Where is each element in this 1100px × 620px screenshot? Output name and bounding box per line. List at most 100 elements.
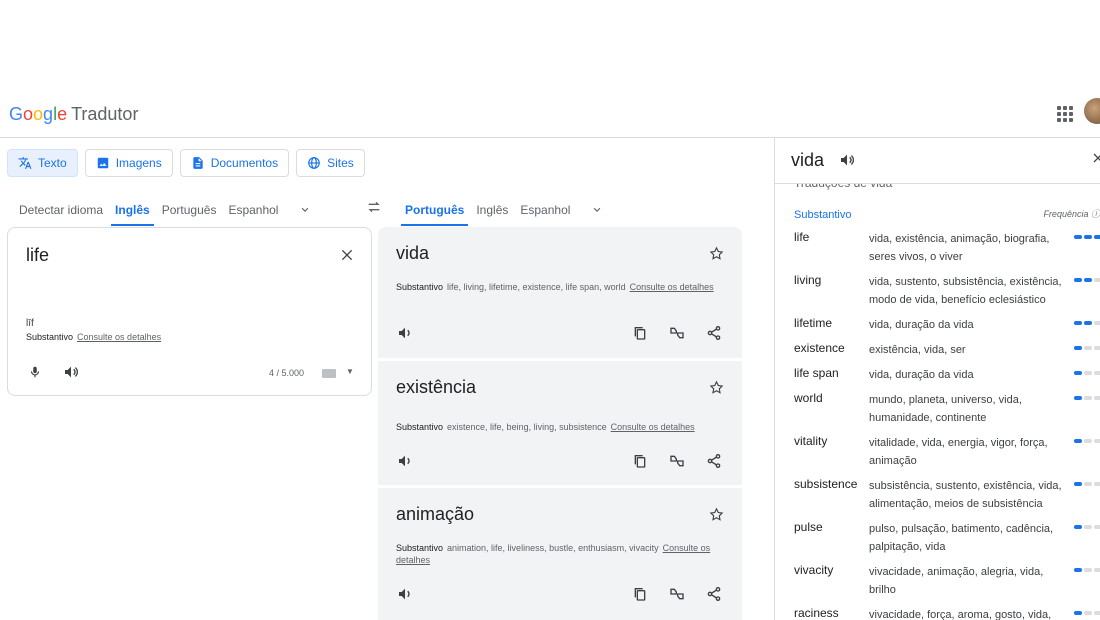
source-text-area[interactable]: life līf Substantivo Consulte os detalhes… bbox=[7, 227, 372, 396]
result-back-translations: Substantivo animation, life, liveliness, … bbox=[396, 542, 722, 566]
target-translations: vivacidade, força, aroma, gosto, vida, bbox=[869, 609, 1052, 620]
target-translations: existência, vida, ser bbox=[869, 344, 966, 356]
speaker-icon[interactable] bbox=[397, 586, 413, 602]
back-translations: animation, life, liveliness, bustle, ent… bbox=[447, 543, 659, 553]
back-translations: existence, life, being, living, subsiste… bbox=[447, 422, 607, 432]
speaker-icon[interactable] bbox=[397, 325, 413, 341]
copy-icon[interactable] bbox=[632, 325, 648, 341]
target-translations: vitalidade, vida, energia, vigor, força,… bbox=[869, 437, 1048, 467]
product-name: Tradutor bbox=[71, 104, 139, 124]
mode-label: Imagens bbox=[115, 156, 162, 170]
copy-icon[interactable] bbox=[632, 453, 648, 469]
mode-label: Sites bbox=[327, 156, 354, 170]
star-icon[interactable] bbox=[709, 507, 724, 522]
help-icon[interactable]: ⓘ bbox=[1091, 209, 1100, 219]
logo-letter: o bbox=[33, 104, 44, 124]
source-word[interactable]: vivacity bbox=[794, 563, 833, 577]
mode-documents-button[interactable]: Documentos bbox=[179, 149, 290, 177]
source-word[interactable]: life bbox=[794, 230, 809, 244]
source-lang-portuguese[interactable]: Português bbox=[162, 193, 217, 226]
target-translations: vivacidade, animação, alegria, vida, bri… bbox=[869, 566, 1044, 596]
details-link[interactable]: Consulte os detalhes bbox=[77, 332, 161, 342]
chevron-down-icon[interactable] bbox=[298, 203, 312, 217]
logo-letter: g bbox=[43, 104, 54, 124]
frequency-bars bbox=[1074, 396, 1100, 400]
microphone-icon[interactable] bbox=[28, 364, 42, 380]
target-lang-portuguese[interactable]: Português bbox=[400, 193, 469, 226]
result-card: vida Substantivo life, living, lifetime, … bbox=[378, 227, 742, 358]
target-translations: subsistência, sustento, existência, vida… bbox=[869, 480, 1062, 510]
details-link[interactable]: Consulte os detalhes bbox=[611, 422, 695, 432]
feedback-icon[interactable] bbox=[669, 325, 685, 341]
logo-letter: G bbox=[9, 104, 24, 124]
swap-languages-icon[interactable] bbox=[366, 199, 382, 215]
source-text[interactable]: life bbox=[26, 245, 49, 266]
source-word[interactable]: lifetime bbox=[794, 316, 832, 330]
share-icon[interactable] bbox=[706, 325, 722, 341]
panel-word: vida bbox=[791, 150, 825, 170]
speaker-icon[interactable] bbox=[397, 453, 413, 469]
google-apps-icon[interactable] bbox=[1057, 106, 1073, 122]
source-word[interactable]: living bbox=[794, 273, 821, 287]
document-icon bbox=[193, 157, 203, 169]
frequency-bars bbox=[1074, 439, 1100, 443]
target-lang-english[interactable]: Inglês bbox=[476, 193, 508, 226]
details-link[interactable]: Consulte os detalhes bbox=[630, 282, 714, 292]
chevron-down-icon[interactable]: ▼ bbox=[346, 367, 354, 376]
source-word[interactable]: raciness bbox=[794, 606, 839, 620]
source-word[interactable]: subsistence bbox=[794, 477, 857, 491]
mode-images-button[interactable]: Imagens bbox=[84, 149, 173, 177]
feedback-icon[interactable] bbox=[669, 586, 685, 602]
logo-letter: o bbox=[23, 104, 34, 124]
globe-icon bbox=[308, 157, 320, 169]
panel-pos-heading: Substantivo bbox=[794, 209, 852, 221]
feedback-icon[interactable] bbox=[669, 453, 685, 469]
source-language-bar: Detectar idioma Inglês Português Espanho… bbox=[19, 193, 312, 226]
google-tradutor-logo[interactable]: Google Tradutor bbox=[9, 104, 138, 125]
source-lang-detect[interactable]: Detectar idioma bbox=[19, 193, 103, 226]
frequency-bars bbox=[1074, 278, 1100, 282]
logo-letter: e bbox=[57, 104, 68, 124]
mode-text-button[interactable]: Texto bbox=[7, 149, 78, 177]
frequency-label: Frequência ⓘ bbox=[1043, 207, 1100, 220]
keyboard-icon[interactable] bbox=[322, 369, 336, 378]
frequency-bars bbox=[1074, 611, 1100, 615]
pos-label: Substantivo bbox=[26, 332, 74, 342]
source-lang-english[interactable]: Inglês bbox=[111, 193, 154, 226]
source-word[interactable]: life span bbox=[794, 366, 839, 380]
dictionary-panel[interactable]: vida Traduções de vida Substantivo Frequ… bbox=[774, 138, 1100, 620]
source-word[interactable]: vitality bbox=[794, 434, 827, 448]
share-icon[interactable] bbox=[706, 586, 722, 602]
mode-sites-button[interactable]: Sites bbox=[296, 149, 365, 177]
source-pos-line: Substantivo Consulte os detalhes bbox=[26, 332, 161, 342]
target-lang-spanish[interactable]: Espanhol bbox=[520, 193, 570, 226]
pos-label: Substantivo bbox=[396, 422, 444, 432]
image-icon bbox=[97, 157, 108, 169]
share-icon[interactable] bbox=[706, 453, 722, 469]
app-header: Google Tradutor bbox=[0, 94, 1100, 138]
pos-label: Substantivo bbox=[396, 543, 444, 553]
frequency-bars bbox=[1074, 346, 1100, 350]
result-card: animação Substantivo animation, life, liv… bbox=[378, 488, 742, 620]
close-icon[interactable] bbox=[1092, 152, 1100, 164]
frequency-bars bbox=[1074, 568, 1100, 572]
target-translations: mundo, planeta, universo, vida, humanida… bbox=[869, 394, 1022, 424]
source-word[interactable]: pulse bbox=[794, 520, 823, 534]
source-word[interactable]: existence bbox=[794, 341, 845, 355]
mode-label: Documentos bbox=[210, 156, 279, 170]
back-translations: life, living, lifetime, existence, life … bbox=[447, 282, 626, 292]
source-word[interactable]: world bbox=[794, 391, 823, 405]
star-icon[interactable] bbox=[709, 380, 724, 395]
chevron-down-icon[interactable] bbox=[590, 203, 604, 217]
star-icon[interactable] bbox=[709, 246, 724, 261]
target-language-bar: Português Inglês Espanhol bbox=[400, 193, 604, 226]
speaker-icon[interactable] bbox=[839, 152, 855, 168]
close-icon[interactable] bbox=[340, 248, 354, 262]
frequency-text: Frequência bbox=[1043, 209, 1089, 219]
source-lang-spanish[interactable]: Espanhol bbox=[228, 193, 278, 226]
panel-header: vida bbox=[775, 138, 1100, 184]
speaker-icon[interactable] bbox=[63, 364, 79, 380]
copy-icon[interactable] bbox=[632, 586, 648, 602]
avatar[interactable] bbox=[1084, 98, 1100, 124]
target-translations: vida, sustento, subsistência, existência… bbox=[869, 276, 1062, 306]
